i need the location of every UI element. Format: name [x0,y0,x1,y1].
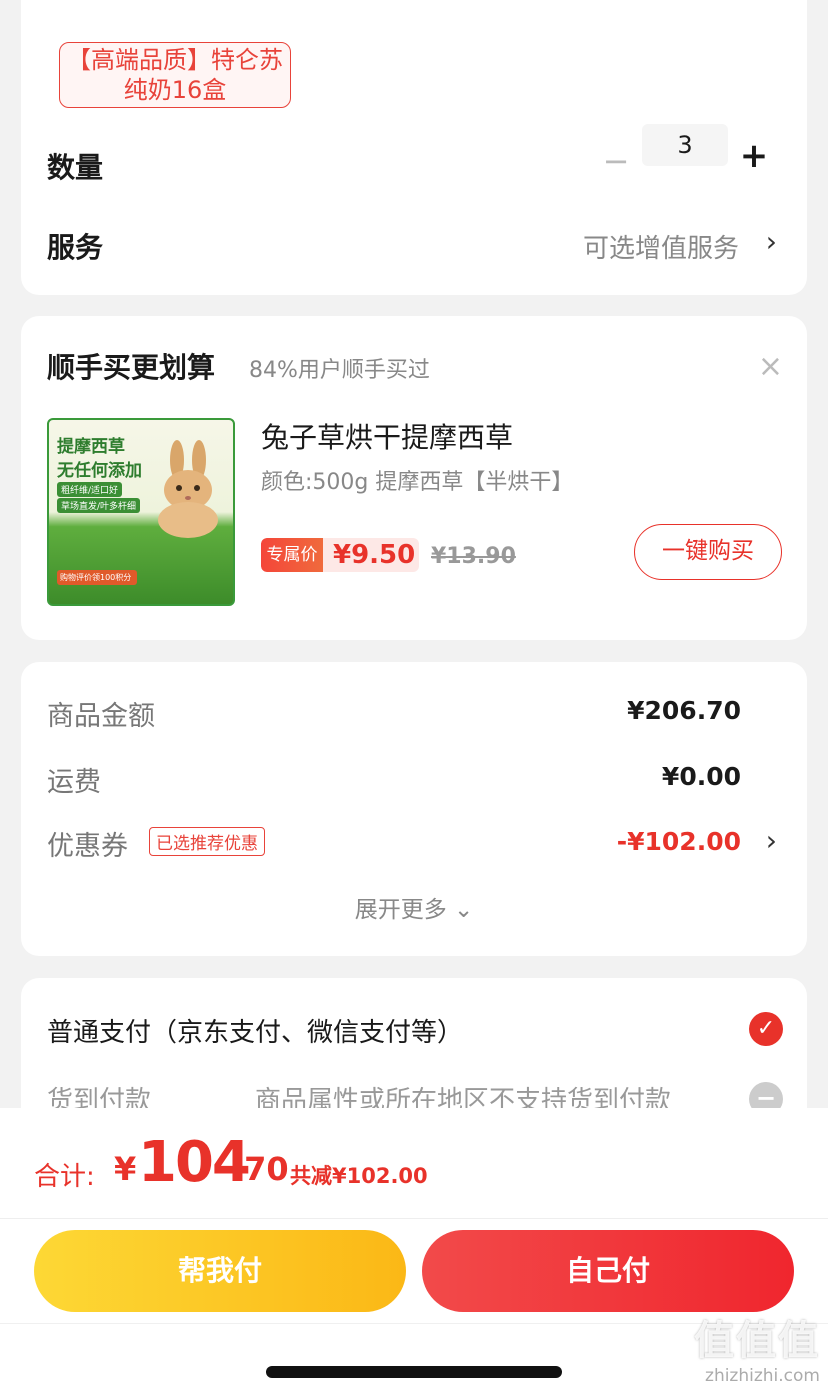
home-indicator[interactable] [266,1366,562,1378]
quantity-decrease-button[interactable]: − [601,142,631,180]
quantity-input[interactable]: 3 [642,124,728,166]
goods-amount-label: 商品金额 [47,701,155,732]
watermark-logo: 值值值 [694,1318,820,1364]
service-label: 服务 [47,231,104,264]
spec-option-line2: 纯奶16盒 [123,76,227,104]
payment-option-normal[interactable]: 普通支付（京东支付、微信支付等） [47,1012,463,1049]
product-spec-card: 【高端品质】特仑苏 纯奶16盒 数量 − 3 + 服务 可选增值服务 › [21,0,807,295]
shipping-value: ¥0.00 [661,762,741,791]
spec-option-line1: 【高端品质】特仑苏 [67,46,283,74]
product-image-tag: 草场直发/叶多杆细 [57,498,141,513]
coupon-label: 优惠券 [47,831,128,862]
divider [0,1218,828,1219]
total-discount[interactable]: 共减¥102.00 [290,1160,428,1190]
product-spec: 颜色:500g 提摩西草【半烘干】 [261,470,574,495]
product-name[interactable]: 兔子草烘干提摩西草 [261,416,513,456]
product-image-text: 提摩西草 [57,437,125,457]
spec-option-selected[interactable]: 【高端品质】特仑苏 纯奶16盒 [59,42,291,108]
goods-amount-value: ¥206.70 [627,696,741,725]
bundle-title: 顺手买更划算 [47,351,216,384]
total-amount-decimal: .70 [232,1150,289,1188]
exclusive-price-badge: 专属价 [261,538,323,572]
close-icon[interactable]: × [758,352,783,382]
one-click-buy-button[interactable]: 一键购买 [634,524,782,580]
bundle-card: 顺手买更划算 84%用户顺手买过 × 提摩西草 无任何添加 粗纤维/适口好 草场… [21,316,807,640]
bundle-subtitle: 84%用户顺手买过 [249,358,430,383]
order-summary-card: 商品金额 ¥206.70 运费 ¥0.00 优惠券 已选推荐优惠 -¥102.0… [21,662,807,956]
coupon-value[interactable]: -¥102.00 [617,827,741,856]
check-icon[interactable]: ✓ [749,1012,783,1046]
expand-more-button[interactable]: 展开更多 ⌄ [21,890,807,924]
product-image-tag: 粗纤维/适口好 [57,482,123,497]
self-pay-button[interactable]: 自己付 [422,1230,794,1312]
quantity-label: 数量 [47,151,104,184]
product-image[interactable]: 提摩西草 无任何添加 粗纤维/适口好 草场直发/叶多杆细 购物评价领100积分 [47,418,235,606]
shipping-label: 运费 [47,767,101,798]
total-currency: ¥ [114,1150,137,1188]
original-price: ¥13.90 [431,544,516,569]
product-image-promo: 购物评价领100积分 [57,570,137,585]
checkout-bar: 合计: ¥ 104 .70 共减¥102.00 帮我付 自己付 值值值 zhiz… [0,1108,828,1397]
chevron-right-icon[interactable]: › [766,824,777,857]
coupon-status-badge: 已选推荐优惠 [149,827,265,856]
help-pay-button[interactable]: 帮我付 [34,1230,406,1312]
watermark-url: zhizhizhi.com [705,1366,820,1386]
spec-thumbnail[interactable] [43,0,211,26]
service-value[interactable]: 可选增值服务 [583,228,739,265]
rabbit-illustration [158,440,218,538]
quantity-increase-button[interactable]: + [737,136,771,176]
total-label: 合计: [34,1162,95,1192]
product-image-text: 无任何添加 [57,461,142,481]
watermark: 值值值 zhizhizhi.com [694,1308,820,1386]
exclusive-price: ¥9.50 [333,540,416,570]
chevron-right-icon[interactable]: › [766,225,777,258]
exclusive-price-tag: 专属价 ¥9.50 [261,538,419,572]
